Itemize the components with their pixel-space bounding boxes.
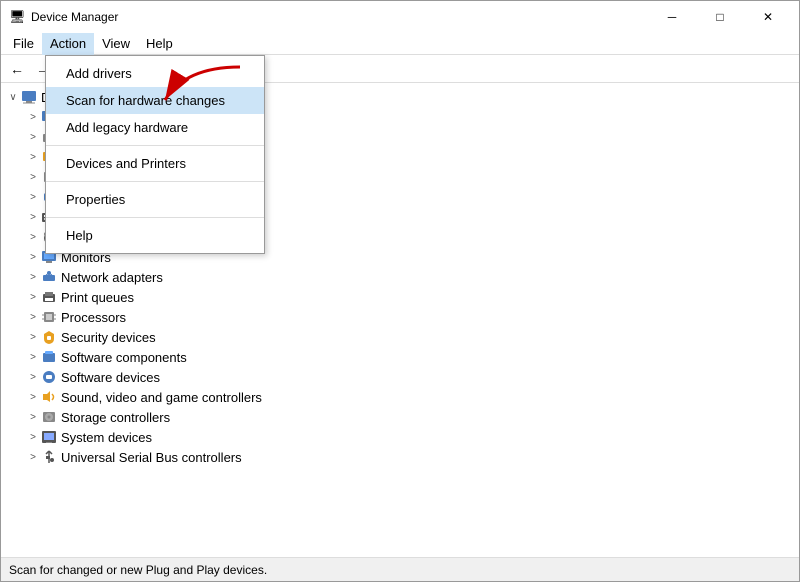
system-label: System devices xyxy=(61,430,152,445)
menu-properties[interactable]: Properties xyxy=(46,186,264,213)
root-computer-icon xyxy=(21,89,37,105)
action-dropdown-menu: Add drivers Scan for hardware changes Ad… xyxy=(45,55,265,254)
processors-label: Processors xyxy=(61,310,126,325)
usb-expand-icon: > xyxy=(25,449,41,465)
keyboards-expand-icon: > xyxy=(25,209,41,225)
print-icon xyxy=(41,289,57,305)
tree-category-processors[interactable]: > Processors xyxy=(1,307,799,327)
root-expand-icon: ∨ xyxy=(5,89,21,105)
software-components-icon xyxy=(41,349,57,365)
tree-category-usb[interactable]: > Universal Serial Bus controllers xyxy=(1,447,799,467)
menu-separator-1 xyxy=(46,145,264,146)
sound-expand-icon: > xyxy=(25,389,41,405)
network-label: Network adapters xyxy=(61,270,163,285)
menu-devices-printers[interactable]: Devices and Printers xyxy=(46,150,264,177)
title-bar: 🖥 Device Manager ─ □ ✕ xyxy=(1,1,799,33)
computer-expand-icon: > xyxy=(25,109,41,125)
menu-file[interactable]: File xyxy=(5,33,42,55)
software-devices-label: Software devices xyxy=(61,370,160,385)
menu-add-drivers[interactable]: Add drivers xyxy=(46,60,264,87)
hid-expand-icon: > xyxy=(25,189,41,205)
network-icon xyxy=(41,269,57,285)
device-manager-window: 🖥 Device Manager ─ □ ✕ File Action View … xyxy=(0,0,800,582)
usb-icon xyxy=(41,449,57,465)
network-expand-icon: > xyxy=(25,269,41,285)
software-components-label: Software components xyxy=(61,350,187,365)
mice-expand-icon: > xyxy=(25,229,41,245)
menu-view[interactable]: View xyxy=(94,33,138,55)
storage-expand-icon: > xyxy=(25,409,41,425)
security-expand-icon: > xyxy=(25,329,41,345)
menu-separator-3 xyxy=(46,217,264,218)
menu-separator-2 xyxy=(46,181,264,182)
close-button[interactable]: ✕ xyxy=(745,1,791,33)
maximize-button[interactable]: □ xyxy=(697,1,743,33)
menu-help[interactable]: Help xyxy=(138,33,181,55)
system-icon xyxy=(41,429,57,445)
tree-category-software-components[interactable]: > Software components xyxy=(1,347,799,367)
system-expand-icon: > xyxy=(25,429,41,445)
title-left: 🖥 Device Manager xyxy=(9,9,118,25)
security-label: Security devices xyxy=(61,330,156,345)
tree-category-network[interactable]: > Network adapters xyxy=(1,267,799,287)
app-icon: 🖥 xyxy=(9,9,25,25)
software-components-expand-icon: > xyxy=(25,349,41,365)
storage-label: Storage controllers xyxy=(61,410,170,425)
security-icon xyxy=(41,329,57,345)
processors-expand-icon: > xyxy=(25,309,41,325)
tree-category-software-devices[interactable]: > Software devices xyxy=(1,367,799,387)
sound-icon xyxy=(41,389,57,405)
usb-label: Universal Serial Bus controllers xyxy=(61,450,242,465)
tree-category-sound[interactable]: > Sound, video and game controllers xyxy=(1,387,799,407)
display-expand-icon: > xyxy=(25,149,41,165)
print-expand-icon: > xyxy=(25,289,41,305)
window-controls: ─ □ ✕ xyxy=(649,1,791,33)
tree-category-security[interactable]: > Security devices xyxy=(1,327,799,347)
software-devices-icon xyxy=(41,369,57,385)
tree-category-print[interactable]: > Print queues xyxy=(1,287,799,307)
window-title: Device Manager xyxy=(31,10,118,24)
minimize-button[interactable]: ─ xyxy=(649,1,695,33)
status-bar: Scan for changed or new Plug and Play de… xyxy=(1,557,799,581)
print-label: Print queues xyxy=(61,290,134,305)
disk-expand-icon: > xyxy=(25,129,41,145)
menu-action[interactable]: Action xyxy=(42,33,94,55)
menu-scan-hardware[interactable]: Scan for hardware changes xyxy=(46,87,264,114)
sound-label: Sound, video and game controllers xyxy=(61,390,262,405)
tree-category-storage[interactable]: > Storage controllers xyxy=(1,407,799,427)
menu-bar: File Action View Help Add drivers Scan f… xyxy=(1,33,799,55)
menu-add-legacy[interactable]: Add legacy hardware xyxy=(46,114,264,141)
storage-icon xyxy=(41,409,57,425)
status-text: Scan for changed or new Plug and Play de… xyxy=(9,563,267,577)
toolbar-back-button[interactable]: ← xyxy=(5,57,29,81)
firmware-expand-icon: > xyxy=(25,169,41,185)
tree-category-system[interactable]: > System devices xyxy=(1,427,799,447)
menu-help[interactable]: Help xyxy=(46,222,264,249)
monitors-expand-icon: > xyxy=(25,249,41,265)
software-devices-expand-icon: > xyxy=(25,369,41,385)
processors-icon xyxy=(41,309,57,325)
